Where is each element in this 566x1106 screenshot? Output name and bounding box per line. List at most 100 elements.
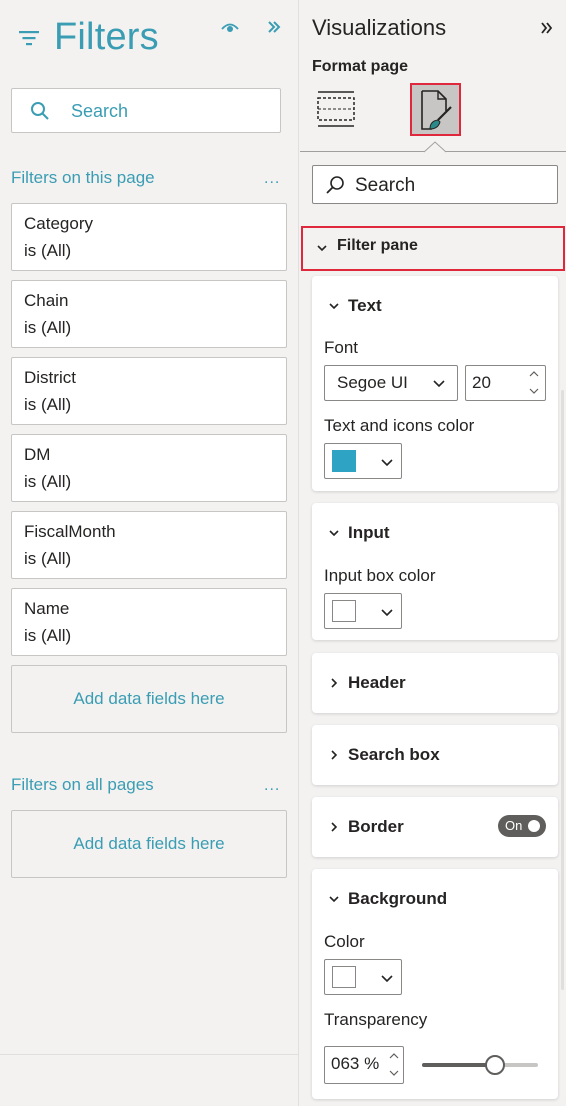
filter-card-value: is (All) [24, 549, 72, 568]
background-card: Background Color Transparency 063 % [312, 869, 558, 1099]
transparency-value: 063 % [331, 1054, 380, 1073]
text-icons-color-label: Text and icons color [324, 416, 475, 435]
filters-search-placeholder: Search [71, 101, 129, 121]
text-card-header[interactable]: Text [312, 276, 558, 334]
transparency-slider[interactable] [422, 1053, 538, 1077]
chevron-down-icon[interactable] [529, 387, 539, 395]
eye-icon[interactable] [220, 20, 240, 36]
more-options-icon[interactable]: ... [264, 170, 280, 188]
input-card-header[interactable]: Input [312, 503, 558, 561]
border-card-title: Border [348, 817, 404, 836]
chevron-up-icon[interactable] [389, 1052, 399, 1060]
filters-on-this-page-label: Filters on this page [11, 168, 155, 187]
filter-card[interactable]: Category is (All) [11, 203, 287, 271]
filters-title: Filters [54, 16, 159, 58]
visualizations-pane: Visualizations Format page Search Filter… [300, 0, 566, 1106]
header-card: Header [312, 653, 558, 713]
filters-on-all-pages-label: Filters on all pages [11, 775, 154, 794]
slider-thumb[interactable] [485, 1055, 506, 1075]
input-box-color-label: Input box color [324, 566, 436, 585]
visualizations-title: Visualizations [312, 15, 447, 40]
filter-card-name: District [24, 368, 76, 387]
chevron-right-icon [331, 678, 338, 688]
divider [0, 1054, 299, 1055]
filter-card[interactable]: DM is (All) [11, 434, 287, 502]
filter-card[interactable]: FiscalMonth is (All) [11, 511, 287, 579]
header-card-header[interactable]: Header [312, 653, 558, 711]
chevron-down-icon [317, 245, 327, 252]
filter-icon [19, 31, 39, 46]
chevron-down-icon [381, 459, 393, 467]
filter-card[interactable]: District is (All) [11, 357, 287, 425]
chevron-down-icon [433, 380, 445, 388]
toggle-label: On [505, 818, 523, 833]
viz-search-placeholder: Search [355, 175, 416, 196]
search-icon [326, 176, 344, 194]
fields-icon[interactable] [317, 88, 355, 128]
font-family-value: Segoe UI [337, 373, 408, 392]
header-card-title: Header [348, 673, 406, 692]
transparency-label: Transparency [324, 1010, 428, 1029]
input-box-color-picker[interactable] [324, 593, 402, 629]
double-chevron-right-icon[interactable] [266, 18, 282, 36]
font-size-value: 20 [472, 373, 491, 392]
input-card: Input Input box color [312, 503, 558, 640]
scrollbar[interactable] [561, 390, 564, 990]
more-options-icon[interactable]: ... [264, 777, 280, 795]
chevron-right-icon [331, 750, 338, 760]
search-box-card-title: Search box [348, 745, 440, 764]
font-size-spinner[interactable]: 20 [465, 365, 546, 401]
transparency-spinner[interactable]: 063 % [324, 1046, 404, 1084]
color-swatch [332, 450, 356, 472]
filter-card-name: Name [24, 599, 70, 618]
color-swatch [332, 966, 356, 988]
filter-card-value: is (All) [24, 395, 72, 414]
filter-pane-label: Filter pane [337, 237, 418, 254]
background-card-title: Background [348, 889, 448, 908]
filter-card-value: is (All) [24, 318, 72, 337]
background-color-picker[interactable] [324, 959, 402, 995]
chevron-down-icon [329, 896, 339, 903]
add-data-fields-all-pages[interactable]: Add data fields here [11, 810, 287, 878]
viz-search-input[interactable]: Search [312, 165, 558, 204]
text-card-title: Text [348, 296, 382, 315]
filter-card-name: DM [24, 445, 51, 464]
chevron-down-icon [329, 303, 339, 310]
text-color-picker[interactable] [324, 443, 402, 479]
filter-card-name: Chain [24, 291, 69, 310]
filter-card-value: is (All) [24, 472, 72, 491]
format-paintbrush-icon [421, 90, 452, 130]
add-data-fields-this-page[interactable]: Add data fields here [11, 665, 287, 733]
color-swatch [332, 600, 356, 622]
search-box-card: Search box [312, 725, 558, 785]
filter-card-value: is (All) [24, 241, 72, 260]
filter-pane-section-header[interactable]: Filter pane [301, 226, 565, 271]
background-card-header[interactable]: Background [312, 869, 558, 927]
chevron-down-icon [381, 609, 393, 617]
format-paintbrush-tab[interactable] [410, 83, 461, 136]
chevron-down-icon[interactable] [389, 1069, 399, 1077]
border-card: Border On [312, 797, 558, 857]
border-toggle[interactable]: On [498, 815, 546, 837]
chevron-right-icon [331, 822, 338, 832]
toggle-knob [528, 820, 540, 832]
filter-card-value: is (All) [24, 626, 72, 645]
filter-card-name: FiscalMonth [24, 522, 116, 541]
filters-search-input[interactable]: Search [11, 88, 281, 133]
chevron-up-icon[interactable] [529, 370, 539, 378]
search-box-card-header[interactable]: Search box [312, 725, 558, 783]
background-color-label: Color [324, 932, 365, 951]
filter-card-name: Category [24, 214, 93, 233]
font-label: Font [324, 338, 359, 357]
search-icon [31, 102, 49, 120]
text-card: Text Font Segoe UI 20 Text and icons col… [312, 276, 558, 491]
active-tab-indicator [424, 141, 446, 153]
chevron-down-icon [329, 530, 339, 537]
filter-card[interactable]: Name is (All) [11, 588, 287, 656]
double-chevron-right-icon[interactable] [540, 20, 554, 36]
font-family-dropdown[interactable]: Segoe UI [324, 365, 458, 401]
input-card-title: Input [348, 523, 390, 542]
format-page-label: Format page [312, 58, 409, 75]
filters-pane: Filters Search Filters on this page ... … [0, 0, 299, 1106]
filter-card[interactable]: Chain is (All) [11, 280, 287, 348]
